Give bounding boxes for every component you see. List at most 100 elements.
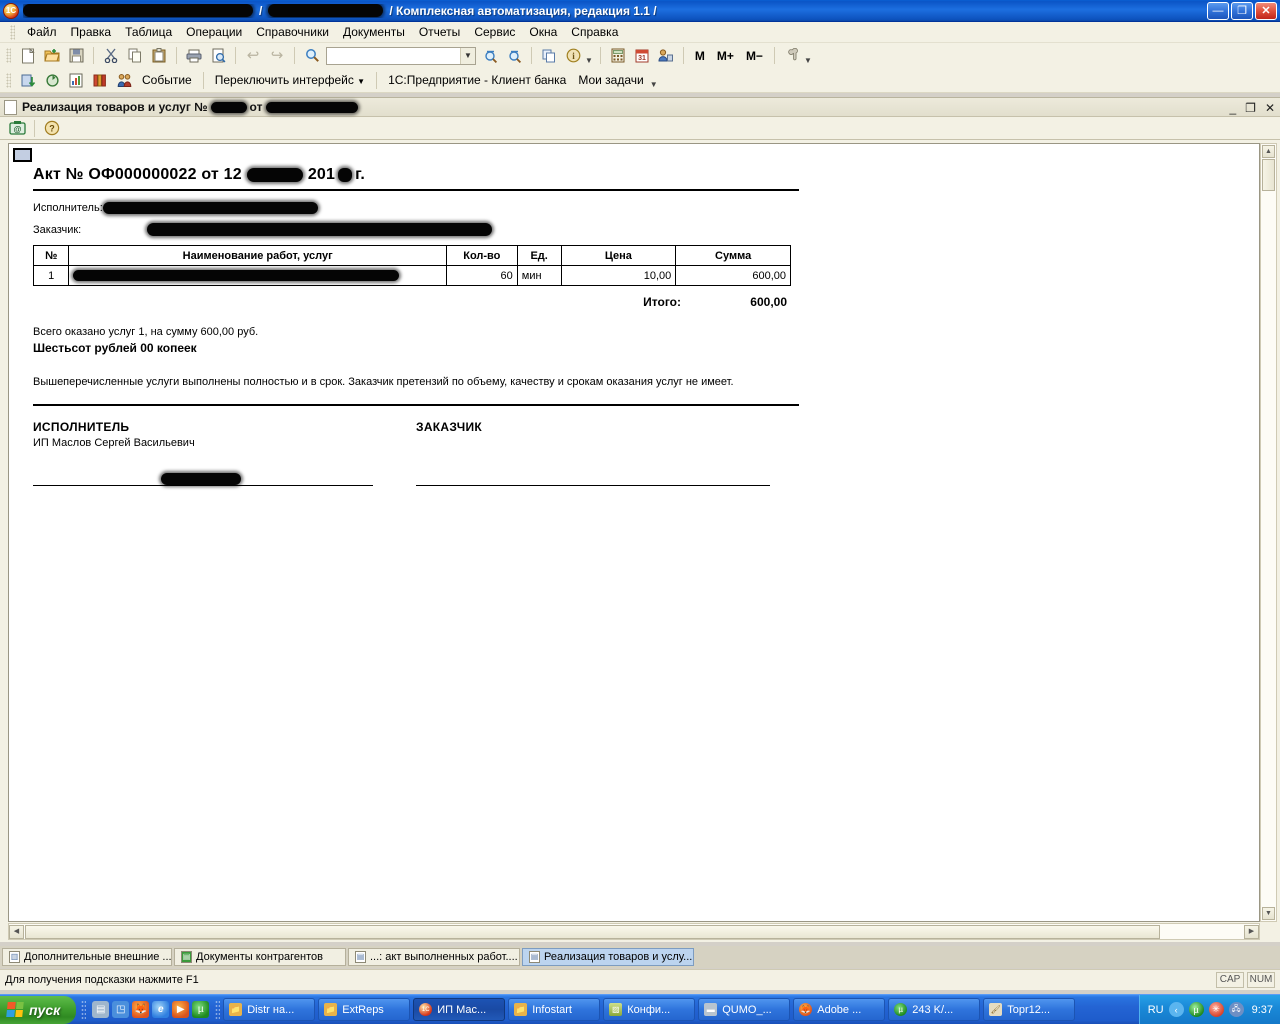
taskbar-button-distr[interactable]: 📁 Distr на... xyxy=(223,998,316,1021)
firefox-icon[interactable]: 🦊 xyxy=(132,1001,150,1018)
restore-button[interactable]: ❐ xyxy=(1231,2,1253,20)
find-icon[interactable] xyxy=(301,45,323,66)
exchange-icon[interactable] xyxy=(17,70,39,91)
refresh-icon[interactable] xyxy=(41,70,63,91)
taskbar-button-label: Adobe ... xyxy=(817,1003,862,1016)
menu-item-edit[interactable]: Правка xyxy=(64,23,119,41)
show-hidden-icons-icon[interactable]: ‹ xyxy=(1168,1002,1184,1017)
window-list-item-external-reports[interactable]: ▥ Дополнительные внешние ... xyxy=(2,948,172,966)
start-button[interactable]: пуск xyxy=(0,995,77,1024)
taskbar-clock[interactable]: 9:37 xyxy=(1252,1004,1273,1016)
books-icon[interactable] xyxy=(89,70,111,91)
menu-item-windows[interactable]: Окна xyxy=(522,23,564,41)
memory-button-m[interactable]: M xyxy=(689,49,711,63)
cut-icon[interactable] xyxy=(100,45,122,66)
taskbar-button-utorrent[interactable]: µ 243 K/... xyxy=(888,998,981,1021)
network-tray-icon[interactable]: 🖧 xyxy=(1228,1002,1244,1017)
toolbar-overflow-icon[interactable]: ▼ xyxy=(804,56,812,65)
memory-button-m-minus[interactable]: M− xyxy=(740,49,769,63)
menu-item-table[interactable]: Таблица xyxy=(118,23,179,41)
menu-item-operations[interactable]: Операции xyxy=(179,23,249,41)
scroll-left-button[interactable]: ◀ xyxy=(9,924,24,939)
taskbar-button-qumo[interactable]: ▬ QUMO_... xyxy=(698,998,791,1021)
show-desktop-icon[interactable]: ▤ xyxy=(92,1001,110,1018)
scroll-right-button[interactable]: ▶ xyxy=(1244,924,1259,939)
scroll-up-button[interactable]: ▲ xyxy=(1262,145,1275,158)
paste-icon[interactable] xyxy=(148,45,170,66)
window-list-item-sales[interactable]: ▤ Реализация товаров и услу... xyxy=(522,948,694,966)
toolbar2-grip-icon[interactable] xyxy=(6,72,11,88)
find-prev-icon[interactable] xyxy=(503,45,525,66)
vertical-scrollbar[interactable]: ▲ ▼ xyxy=(1260,143,1277,922)
selected-cell[interactable] xyxy=(13,148,32,162)
menu-grip-icon[interactable] xyxy=(10,24,15,40)
wrench-icon[interactable] xyxy=(781,45,803,66)
menu-item-service[interactable]: Сервис xyxy=(467,23,522,41)
horizontal-scrollbar[interactable]: ◀ ▶ xyxy=(8,923,1260,940)
open-folder-icon[interactable] xyxy=(41,45,63,66)
report-icon[interactable] xyxy=(65,70,87,91)
memory-button-m-plus[interactable]: M+ xyxy=(711,49,740,63)
about-icon[interactable]: i xyxy=(562,45,584,66)
calculator-icon[interactable] xyxy=(607,45,629,66)
horizontal-scroll-thumb[interactable] xyxy=(25,924,1160,939)
menu-item-file[interactable]: Файл xyxy=(20,23,64,41)
save-print-form-icon[interactable]: @ xyxy=(6,118,28,139)
folder-icon: 📁 xyxy=(229,1003,243,1016)
taskbar-button-topr12[interactable]: 🖌 Topr12... xyxy=(983,998,1076,1021)
contacts-icon[interactable] xyxy=(113,70,135,91)
taskbar-button-1c[interactable]: 1C ИП Мас... xyxy=(413,998,506,1021)
document-restore-button[interactable]: ❐ xyxy=(1245,101,1256,115)
utorrent-tray-icon[interactable]: µ xyxy=(1188,1002,1204,1017)
client-bank-button[interactable]: 1С:Предприятие - Клиент банка xyxy=(382,73,572,87)
redo-icon[interactable]: ↪ xyxy=(266,45,288,66)
document-minimize-button[interactable]: _ xyxy=(1229,101,1236,115)
taskbar-button-infostart[interactable]: 📁 Infostart xyxy=(508,998,601,1021)
menu-item-catalogs[interactable]: Справочники xyxy=(249,23,336,41)
taskbar-button-extreps[interactable]: 📁 ExtReps xyxy=(318,998,411,1021)
document-close-button[interactable]: ✕ xyxy=(1265,101,1275,115)
print-icon[interactable] xyxy=(183,45,205,66)
taskbar-button-adobe[interactable]: 🦊 Adobe ... xyxy=(793,998,886,1021)
scroll-down-button[interactable]: ▼ xyxy=(1262,907,1275,920)
search-input[interactable]: ▼ xyxy=(326,46,476,65)
calendar-icon[interactable]: 31 xyxy=(631,45,653,66)
new-document-icon[interactable] xyxy=(17,45,39,66)
spreadsheet-document[interactable]: Акт № ОФ000000022 от 12 201 г. Исполните… xyxy=(8,143,1260,922)
toolbar2-overflow-icon[interactable]: ▼ xyxy=(650,80,658,89)
close-button[interactable]: ✕ xyxy=(1255,2,1277,20)
save-icon[interactable] xyxy=(65,45,87,66)
users-icon[interactable] xyxy=(655,45,677,66)
menu-item-reports[interactable]: Отчеты xyxy=(412,23,467,41)
about-dropdown-icon[interactable]: ▼ xyxy=(585,56,593,65)
print-preview-icon[interactable] xyxy=(207,45,229,66)
utorrent-icon[interactable]: µ xyxy=(192,1001,210,1018)
window-list-item-counterparty-documents[interactable]: ▤ Документы контрагентов xyxy=(174,948,346,966)
language-indicator[interactable]: RU xyxy=(1148,1004,1164,1016)
toolbar-separator xyxy=(93,47,94,64)
switch-interface-button[interactable]: Переключить интерфейс ▼ xyxy=(209,73,371,87)
event-button[interactable]: Событие xyxy=(136,73,198,87)
undo-icon[interactable]: ↩ xyxy=(242,45,264,66)
media-icon[interactable]: ◳ xyxy=(112,1001,130,1018)
document-window-title-text: Реализация товаров и услуг № xyxy=(22,100,208,114)
copy-window-icon[interactable] xyxy=(538,45,560,66)
report-doc-icon: ▤ xyxy=(355,951,366,963)
menu-item-documents[interactable]: Документы xyxy=(336,23,412,41)
window-list-item-act[interactable]: ▤ ...: акт выполненных работ.... xyxy=(348,948,520,966)
find-next-icon[interactable] xyxy=(479,45,501,66)
media-player-icon[interactable]: ▶ xyxy=(172,1001,190,1018)
toolbar-grip-icon[interactable] xyxy=(6,48,11,63)
taskbar-grip-icon[interactable] xyxy=(215,999,221,1020)
chevron-down-icon[interactable]: ▼ xyxy=(460,47,475,64)
my-tasks-button[interactable]: Мои задачи xyxy=(572,73,649,87)
taskbar-button-config[interactable]: ▨ Конфи... xyxy=(603,998,696,1021)
internet-explorer-icon[interactable]: e xyxy=(152,1001,170,1018)
copy-icon[interactable] xyxy=(124,45,146,66)
vertical-scroll-thumb[interactable] xyxy=(1262,159,1275,191)
help-icon[interactable]: ? xyxy=(41,118,63,139)
minimize-button[interactable]: — xyxy=(1207,2,1229,20)
menu-item-help[interactable]: Справка xyxy=(564,23,625,41)
antivirus-tray-icon[interactable]: ✳ xyxy=(1208,1002,1224,1017)
document-window-title: Реализация товаров и услуг № от xyxy=(22,100,359,114)
